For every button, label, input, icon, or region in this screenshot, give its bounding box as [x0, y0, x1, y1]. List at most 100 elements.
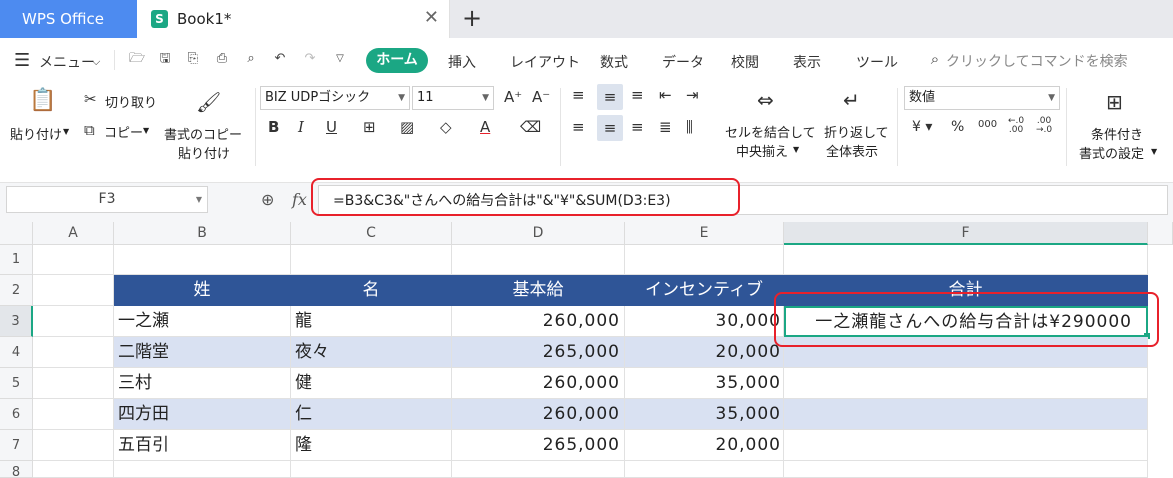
row-header-8[interactable]: 8	[0, 461, 33, 478]
bold-icon[interactable]: B	[268, 118, 279, 136]
chevron-down-icon[interactable]: ⌵	[92, 55, 100, 69]
comma-style-icon[interactable]: 000	[978, 119, 997, 130]
column-header-f[interactable]: F	[784, 222, 1148, 245]
cell[interactable]	[33, 337, 114, 368]
tab-home[interactable]: ホーム	[366, 48, 428, 73]
name-box[interactable]: F3 ▼	[6, 186, 208, 213]
open-folder-icon[interactable]: 🗁	[129, 51, 145, 67]
search-icon[interactable]: ⌕	[927, 51, 943, 67]
distributed-icon[interactable]: ⫼	[686, 118, 693, 136]
decrease-font-icon[interactable]: A⁻	[532, 88, 550, 106]
column-header-b[interactable]: B	[114, 222, 291, 245]
tab-insert[interactable]: 挿入	[448, 52, 476, 72]
wrap-label-2[interactable]: 全体表示	[826, 141, 878, 160]
header-cell-first-name[interactable]: 名	[291, 275, 452, 306]
wps-office-tab[interactable]: WPS Office	[0, 0, 137, 38]
cell-last-name[interactable]: 一之瀬	[114, 306, 291, 337]
row-header-2[interactable]: 2	[0, 275, 33, 306]
tab-layout[interactable]: レイアウト	[510, 52, 580, 72]
function-icon[interactable]: fx	[292, 190, 307, 209]
chevron-down-icon[interactable]: ▼	[143, 126, 149, 135]
cell-style-icon[interactable]: ▨	[400, 118, 414, 136]
tab-formulas[interactable]: 数式	[600, 52, 628, 72]
close-icon[interactable]: ✕	[424, 7, 439, 28]
row-header-6[interactable]: 6	[0, 399, 33, 430]
conditional-format-label-2[interactable]: 書式の設定	[1079, 143, 1144, 162]
cell[interactable]	[784, 245, 1148, 275]
number-format-select[interactable]: 数値 ▼	[904, 86, 1060, 110]
underline-icon[interactable]: U	[326, 118, 337, 136]
format-painter-label-2[interactable]: 貼り付け	[178, 143, 230, 162]
command-search[interactable]: クリックしてコマンドを検索	[946, 51, 1128, 71]
export-icon[interactable]: ⎘	[185, 51, 201, 67]
borders-icon[interactable]: ⊞	[363, 118, 376, 136]
cell[interactable]	[291, 245, 452, 275]
cell[interactable]	[33, 275, 114, 306]
align-top-icon[interactable]: ≡	[572, 86, 585, 104]
cell-incentive[interactable]: 30,000	[625, 306, 784, 337]
document-tab[interactable]: S Book1* ✕	[137, 0, 450, 38]
customize-icon[interactable]: ▽	[332, 51, 348, 67]
align-middle-icon[interactable]: ≡	[597, 84, 623, 110]
format-painter-label-1[interactable]: 書式のコピー	[164, 124, 242, 143]
merge-label-2[interactable]: 中央揃え	[736, 141, 788, 160]
conditional-format-label-1[interactable]: 条件付き	[1091, 124, 1143, 143]
cell-last-name[interactable]: 二階堂	[114, 337, 291, 368]
chevron-down-icon[interactable]: ▼	[793, 145, 799, 154]
paste-button[interactable]: 貼り付け	[10, 124, 62, 143]
increase-font-icon[interactable]: A⁺	[504, 88, 522, 106]
wrap-label-1[interactable]: 折り返して	[824, 122, 889, 141]
row-header-7[interactable]: 7	[0, 430, 33, 461]
cell-last-name[interactable]: 五百引	[114, 430, 291, 461]
cell-base-salary[interactable]: 265,000	[452, 430, 625, 461]
cell-total[interactable]	[784, 430, 1148, 461]
cell-total[interactable]	[784, 399, 1148, 430]
column-header-g[interactable]	[1148, 222, 1173, 245]
cell[interactable]	[33, 306, 114, 337]
cell-last-name[interactable]: 四方田	[114, 399, 291, 430]
indent-increase-icon[interactable]: ⇥	[686, 86, 699, 104]
print-preview-icon[interactable]: ⌕	[243, 51, 259, 67]
font-color-icon[interactable]: A	[480, 118, 490, 136]
cut-button[interactable]: 切り取り	[105, 92, 157, 111]
tab-view[interactable]: 表示	[793, 52, 821, 72]
cell[interactable]	[33, 399, 114, 430]
cell-incentive[interactable]: 20,000	[625, 430, 784, 461]
chevron-down-icon[interactable]: ▼	[63, 127, 69, 136]
cell-base-salary[interactable]: 260,000	[452, 306, 625, 337]
column-header-e[interactable]: E	[625, 222, 784, 245]
cell-first-name[interactable]: 夜々	[291, 337, 452, 368]
redo-icon[interactable]: ↷	[302, 51, 318, 67]
percent-icon[interactable]: %	[951, 119, 964, 135]
paste-icon[interactable]: 📋	[29, 88, 56, 113]
undo-icon[interactable]: ↶	[272, 51, 288, 67]
italic-icon[interactable]: I	[298, 118, 304, 136]
cell[interactable]	[33, 245, 114, 275]
cell-incentive[interactable]: 20,000	[625, 337, 784, 368]
currency-icon[interactable]: ¥ ▾	[912, 119, 932, 135]
cell[interactable]	[291, 461, 452, 478]
header-cell-incentive[interactable]: インセンティブ	[625, 275, 784, 306]
cell[interactable]	[33, 430, 114, 461]
header-cell-base-salary[interactable]: 基本給	[452, 275, 625, 306]
cell-first-name[interactable]: 健	[291, 368, 452, 399]
cell-first-name[interactable]: 龍	[291, 306, 452, 337]
row-header-3[interactable]: 3	[0, 306, 33, 337]
font-name-select[interactable]: BIZ UDPゴシック ▼	[260, 86, 410, 110]
align-right-icon[interactable]: ≡	[631, 118, 644, 136]
align-center-icon[interactable]: ≡	[597, 115, 623, 141]
indent-decrease-icon[interactable]: ⇤	[659, 86, 672, 104]
chevron-down-icon[interactable]: ▼	[1151, 147, 1157, 156]
align-left-icon[interactable]: ≡	[572, 118, 585, 136]
cell[interactable]	[114, 245, 291, 275]
cell-incentive[interactable]: 35,000	[625, 368, 784, 399]
cell-incentive[interactable]: 35,000	[625, 399, 784, 430]
save-icon[interactable]: 🖫	[157, 51, 173, 67]
tab-review[interactable]: 校閲	[731, 52, 759, 72]
cell-first-name[interactable]: 隆	[291, 430, 452, 461]
eraser-icon[interactable]: ⌫	[520, 118, 541, 136]
tab-data[interactable]: データ	[662, 52, 704, 72]
increase-decimal-icon[interactable]: ←.0.00	[1008, 117, 1024, 135]
print-icon[interactable]: ⎙	[214, 51, 230, 67]
font-size-select[interactable]: 11 ▼	[412, 86, 494, 110]
